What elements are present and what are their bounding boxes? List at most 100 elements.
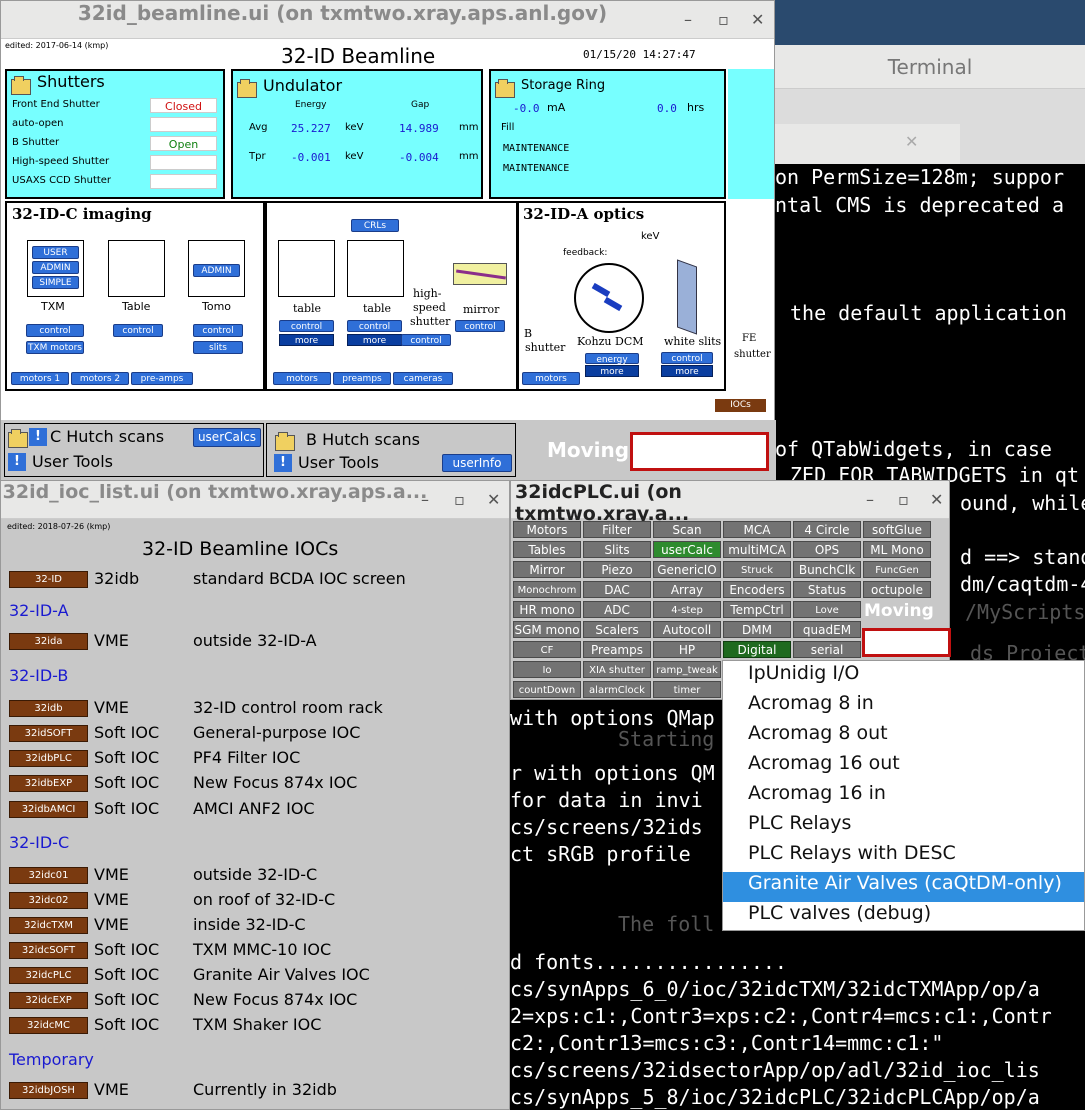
ioc-button[interactable]: 32idc01 — [9, 867, 88, 884]
folder-icon[interactable] — [495, 78, 515, 98]
plc-button[interactable]: Monochrom — [513, 581, 581, 598]
ioc-button[interactable]: 32ida — [9, 633, 88, 650]
user-calcs-button[interactable]: userCalcs — [193, 428, 261, 447]
menu-item[interactable]: Acromag 16 in — [723, 782, 1084, 812]
plc-button[interactable]: softGlue — [863, 521, 931, 538]
plc-button[interactable]: HR mono — [513, 601, 581, 618]
plc-button[interactable]: Tables — [513, 541, 581, 558]
control-button[interactable]: control — [113, 324, 163, 337]
plc-button[interactable]: SGM mono — [513, 621, 581, 638]
plc-button[interactable]: Io — [513, 661, 581, 678]
ioc-button[interactable]: 32idcSOFT — [9, 942, 88, 959]
plc-button[interactable]: FuncGen — [863, 561, 931, 578]
more-button[interactable]: more — [585, 365, 639, 377]
plc-button[interactable]: Mirror — [513, 561, 581, 578]
motors-1-button[interactable]: motors 1 — [11, 372, 69, 385]
ioc-button[interactable]: 32idc02 — [9, 892, 88, 909]
table-icon[interactable] — [278, 240, 335, 297]
ioc-button[interactable]: 32idcEXP — [9, 992, 88, 1009]
preamps-button[interactable]: preamps — [333, 372, 391, 385]
motors-button[interactable]: motors — [522, 372, 580, 385]
txm-motors-button[interactable]: TXM motors — [26, 341, 84, 354]
more-button[interactable]: more — [279, 334, 334, 346]
plc-button[interactable]: TempCtrl — [723, 601, 791, 618]
plc-button[interactable]: Array — [653, 581, 721, 598]
control-button[interactable]: control — [347, 320, 402, 332]
control-button[interactable]: control — [193, 324, 243, 337]
energy-button[interactable]: energy — [585, 353, 639, 365]
plc-button[interactable]: Motors — [513, 521, 581, 538]
dcm-icon[interactable] — [574, 263, 644, 333]
window-titlebar[interactable]: 32id_ioc_list.ui (on txmtwo.xray.aps.a..… — [1, 481, 509, 519]
slits-button[interactable]: slits — [193, 341, 243, 354]
menu-item[interactable]: IpUnidig I/O — [723, 662, 1084, 692]
tomo-admin-button[interactable]: ADMIN — [193, 264, 240, 277]
folder-icon[interactable] — [8, 428, 28, 448]
close-icon[interactable]: ✕ — [905, 132, 918, 151]
mirror-icon[interactable] — [453, 263, 507, 285]
plc-button[interactable]: multiMCA — [723, 541, 791, 558]
iocs-button[interactable]: IOCs — [715, 399, 766, 412]
control-button[interactable]: control — [455, 320, 505, 332]
menu-item[interactable]: PLC valves (debug) — [723, 902, 1084, 932]
menu-item[interactable]: PLC Relays with DESC — [723, 842, 1084, 872]
plc-button[interactable]: ML Mono — [863, 541, 931, 558]
control-button[interactable]: control — [661, 352, 713, 364]
minimize-icon[interactable]: – — [866, 481, 874, 519]
motors-button[interactable]: motors — [273, 372, 331, 385]
plc-button[interactable]: XIA shutter — [583, 661, 651, 678]
close-icon[interactable]: ✕ — [751, 1, 764, 39]
minimize-icon[interactable]: – — [684, 1, 692, 39]
digital-dropdown-menu[interactable]: IpUnidig I/O Acromag 8 in Acromag 8 out … — [722, 660, 1085, 931]
ioc-button[interactable]: 32idcPLC — [9, 967, 88, 984]
plc-button[interactable]: Autocoll — [653, 621, 721, 638]
more-button[interactable]: more — [347, 334, 402, 346]
plc-button[interactable]: GenericIO — [653, 561, 721, 578]
ioc-button[interactable]: 32idbAMCI — [9, 801, 88, 818]
plc-button[interactable]: quadEM — [793, 621, 861, 638]
plc-button[interactable]: Piezo — [583, 561, 651, 578]
ioc-button[interactable]: 32-ID — [9, 571, 88, 588]
plc-button[interactable]: MCA — [723, 521, 791, 538]
beamline-window[interactable]: 32id_beamline.ui (on txmtwo.xray.aps.anl… — [0, 0, 776, 500]
close-icon[interactable]: ✕ — [930, 481, 943, 519]
info-icon[interactable]: ! — [274, 454, 292, 472]
control-button[interactable]: control — [26, 324, 84, 337]
cameras-button[interactable]: cameras — [393, 372, 453, 385]
user-info-button[interactable]: userInfo — [442, 454, 512, 472]
window-titlebar[interactable]: 32idcPLC.ui (on txmtwo.xray.a... – ▫ ✕ — [511, 481, 949, 525]
folder-icon[interactable] — [275, 431, 295, 451]
plc-button[interactable]: Scalers — [583, 621, 651, 638]
plc-button[interactable]: ramp_tweak — [653, 661, 721, 678]
plc-button[interactable]: alarmClock — [583, 681, 651, 698]
plc-button[interactable]: 4-step — [653, 601, 721, 618]
admin-button[interactable]: ADMIN — [32, 261, 79, 274]
plc-button[interactable]: userCalc — [653, 541, 721, 558]
plc-button[interactable]: octupole — [863, 581, 931, 598]
plc-button[interactable]: serial — [793, 641, 861, 658]
plc-button[interactable]: Love — [793, 601, 861, 618]
maximize-icon[interactable]: ▫ — [898, 481, 909, 519]
plc-button[interactable]: Scan — [653, 521, 721, 538]
control-button[interactable]: control — [401, 334, 451, 346]
plc-button[interactable]: 4 Circle — [793, 521, 861, 538]
plc-button[interactable]: BunchClk — [793, 561, 861, 578]
motors-2-button[interactable]: motors 2 — [71, 372, 129, 385]
white-slits-icon[interactable] — [677, 259, 697, 335]
plc-button[interactable]: Status — [793, 581, 861, 598]
folder-icon[interactable] — [11, 75, 31, 95]
plc-button[interactable]: DAC — [583, 581, 651, 598]
ioc-button[interactable]: 32idb — [9, 700, 88, 717]
plc-button[interactable]: Filter — [583, 521, 651, 538]
ioc-button[interactable]: 32idbJOSH — [9, 1082, 88, 1099]
pre-amps-button[interactable]: pre-amps — [131, 372, 193, 385]
table-icon[interactable] — [108, 240, 165, 297]
ioc-button[interactable]: 32idcMC — [9, 1017, 88, 1034]
info-icon[interactable]: ! — [29, 428, 47, 446]
plc-button[interactable]: Struck — [723, 561, 791, 578]
close-icon[interactable]: ✕ — [487, 481, 500, 519]
menu-item[interactable]: PLC Relays — [723, 812, 1084, 842]
plc-button[interactable]: DMM — [723, 621, 791, 638]
plc-button[interactable]: timer — [653, 681, 721, 698]
plc-button[interactable]: countDown — [513, 681, 581, 698]
